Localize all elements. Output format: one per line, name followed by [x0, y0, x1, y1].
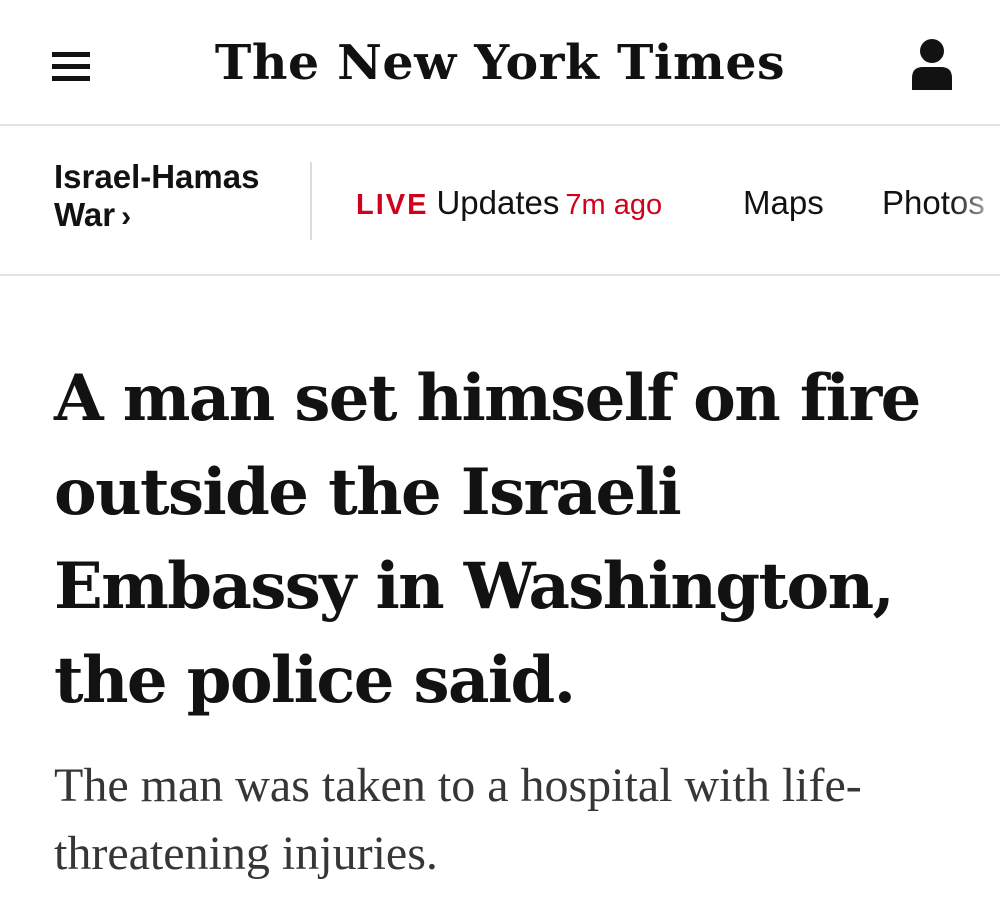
live-updates-link[interactable]: LIVE Updates 7m ago [356, 184, 662, 224]
nav-item-photos[interactable]: Photos [882, 184, 1000, 222]
section-link-label: Israel-Hamas War [54, 158, 260, 233]
masthead: The New York Times [0, 0, 1000, 126]
subnav-divider [310, 162, 312, 240]
site-logo[interactable]: The New York Times [0, 28, 1000, 98]
chevron-right-icon: › [121, 200, 132, 233]
article-summary: The man was taken to a hospital with lif… [54, 759, 862, 880]
account-person-icon[interactable] [910, 38, 954, 92]
section-link-israel-hamas-war[interactable]: Israel-Hamas War › [54, 158, 294, 236]
updates-label: Updates [436, 184, 560, 221]
live-badge: LIVE [356, 189, 429, 221]
updated-time-ago: 7m ago [565, 189, 663, 221]
article-headline: A man set himself on fire outside the Is… [54, 361, 921, 718]
nav-item-maps[interactable]: Maps [743, 184, 824, 222]
